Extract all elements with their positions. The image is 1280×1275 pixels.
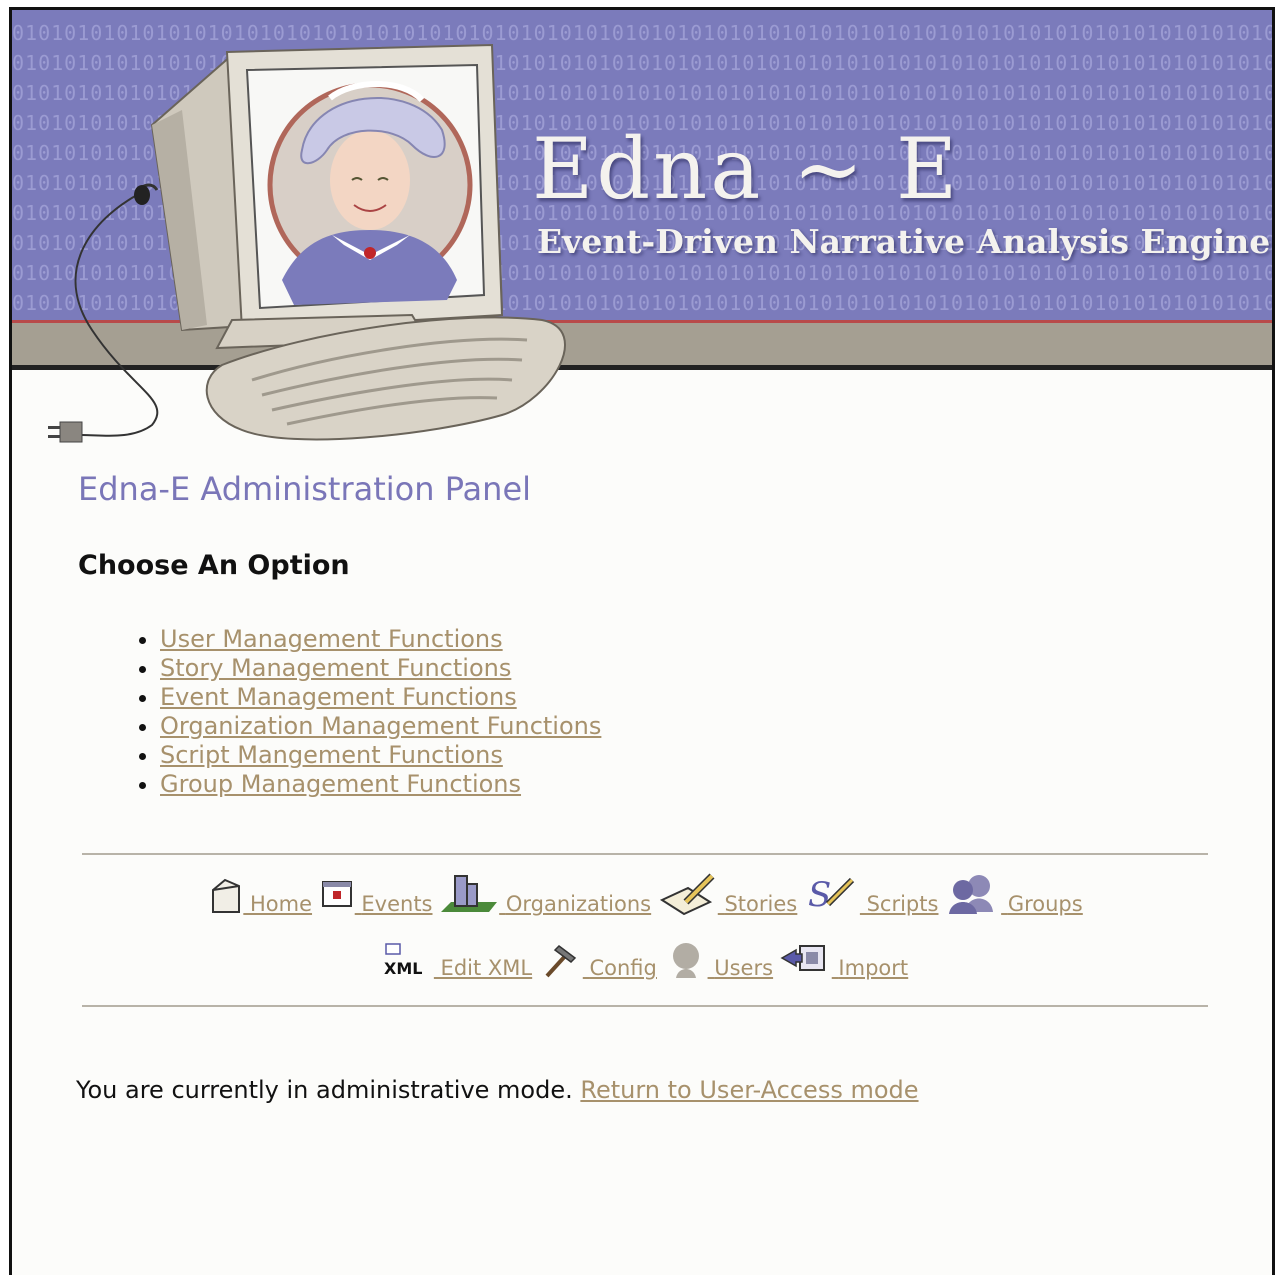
page-title: Edna-E Administration Panel [78, 470, 532, 508]
people-icon [949, 875, 994, 914]
list-item: Group Management Functions [160, 770, 601, 799]
mode-status-text: You are currently in administrative mode… [76, 1076, 581, 1104]
nav-groups[interactable]: Groups [945, 872, 1083, 916]
xml-icon-text: XML [384, 959, 422, 978]
list-item: Story Management Functions [160, 654, 601, 683]
nav-users[interactable]: Users [664, 940, 774, 980]
nav-events-label: Events [361, 892, 433, 916]
nav-home-label: Home [250, 892, 313, 916]
house-icon [212, 878, 241, 913]
nav-organizations[interactable]: Organizations [439, 872, 651, 916]
hammer-icon [545, 945, 576, 978]
nav-organizations-label: Organizations [505, 892, 652, 916]
calendar-icon [321, 881, 352, 907]
svg-text:S: S [808, 875, 831, 915]
nav-scripts-label: Scripts [866, 892, 939, 916]
list-item: Script Mangement Functions [160, 741, 601, 770]
pencil-paper-icon [659, 873, 715, 916]
nav-stories-label: Stories [724, 892, 798, 916]
nav-divider-top [82, 853, 1208, 855]
nav-scripts[interactable]: S Scripts [804, 872, 939, 916]
nav-import-label: Import [838, 956, 909, 980]
nav-groups-label: Groups [1007, 892, 1083, 916]
nav-row-secondary: XML Edit XML Config Users Import [82, 940, 1208, 980]
logo-title: Edna ~ E [532, 120, 961, 218]
buildings-icon [441, 875, 498, 912]
nav-stories[interactable]: Stories [658, 872, 797, 916]
event-management-link[interactable]: Event Management Functions [160, 683, 517, 711]
mode-status: You are currently in administrative mode… [76, 1076, 919, 1104]
list-item: Event Management Functions [160, 683, 601, 712]
nav-events[interactable]: Events [319, 876, 433, 916]
return-user-mode-link[interactable]: Return to User-Access mode [580, 1076, 918, 1104]
organization-management-link[interactable]: Organization Management Functions [160, 712, 601, 740]
list-item: User Management Functions [160, 625, 601, 654]
options-list: User Management Functions Story Manageme… [112, 625, 601, 799]
edna-computer-illustration [48, 43, 566, 443]
group-management-link[interactable]: Group Management Functions [160, 770, 521, 798]
logo-subtitle: Event-Driven Narrative Analysis Engine [537, 222, 1271, 261]
nav-users-label: Users [714, 956, 774, 980]
page-frame: 0101010101010101010101010101010101010101… [9, 7, 1275, 1275]
nav-home[interactable]: Home [207, 876, 312, 916]
script-management-link[interactable]: Script Mangement Functions [160, 741, 503, 769]
script-s-icon: S [808, 875, 855, 915]
xml-icon: XML [384, 943, 422, 978]
nav-import[interactable]: Import [780, 940, 908, 980]
nav-divider-bottom [82, 1005, 1208, 1007]
list-item: Organization Management Functions [160, 712, 601, 741]
user-management-link[interactable]: User Management Functions [160, 625, 503, 653]
section-heading: Choose An Option [78, 550, 350, 581]
nav-row-primary: Home Events Organizations Stories S Scri… [82, 872, 1208, 916]
nav-config-label: Config [589, 956, 657, 980]
nav-edit-xml-label: Edit XML [440, 956, 533, 980]
nav-edit-xml[interactable]: XML Edit XML [382, 940, 532, 980]
import-icon [780, 945, 825, 971]
story-management-link[interactable]: Story Management Functions [160, 654, 511, 682]
nav-config[interactable]: Config [539, 940, 657, 980]
user-head-icon [672, 943, 699, 978]
